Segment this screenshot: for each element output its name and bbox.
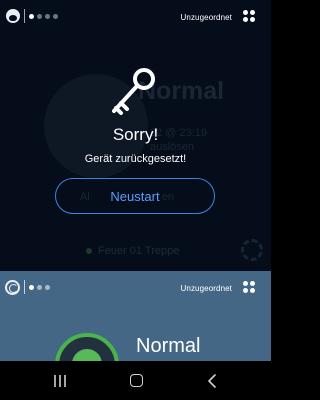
settings-gear-icon — [241, 239, 263, 261]
device-panel-top: Unzugeordnet Normal 22 @ 23:19 auslösen … — [0, 0, 271, 271]
device-location-label: Feuer 01 Treppe — [98, 245, 180, 257]
app-logo-icon — [6, 9, 20, 23]
page-dot-active — [29, 14, 34, 19]
recent-apps-icon[interactable] — [53, 375, 67, 387]
grid-menu-icon[interactable] — [243, 10, 255, 22]
key-icon — [112, 68, 155, 115]
page-indicator — [29, 14, 58, 19]
header-divider — [24, 280, 25, 294]
system-navigation-bar — [0, 361, 271, 400]
location-status-dot — [86, 248, 92, 254]
home-icon[interactable] — [130, 374, 143, 387]
app-logo-icon — [5, 280, 20, 295]
restart-button[interactable]: Neustart — [55, 178, 215, 214]
group-label: Unzugeordnet — [180, 284, 232, 293]
panel-header: Unzugeordnet — [0, 0, 271, 34]
device-panel-bottom[interactable]: Unzugeordnet Normal — [0, 271, 271, 361]
page-dot — [37, 285, 42, 290]
device-location: Feuer 01 Treppe — [86, 245, 179, 257]
group-label: Unzugeordnet — [180, 13, 232, 22]
back-icon[interactable] — [207, 374, 217, 388]
page-dot — [45, 285, 50, 290]
page-dot-active — [29, 285, 34, 290]
page-dot — [37, 14, 42, 19]
device-status-text: Normal — [136, 335, 201, 357]
panel-header: Unzugeordnet — [0, 271, 271, 305]
page-indicator — [29, 285, 50, 290]
page-dot — [53, 14, 58, 19]
header-divider — [24, 9, 25, 23]
device-status-ring[interactable] — [55, 333, 119, 361]
error-title: Sorry! — [112, 125, 159, 144]
error-message: Gerät zurückgesetzt! — [84, 153, 187, 165]
page-dot — [45, 14, 50, 19]
grid-menu-icon[interactable] — [243, 281, 255, 293]
